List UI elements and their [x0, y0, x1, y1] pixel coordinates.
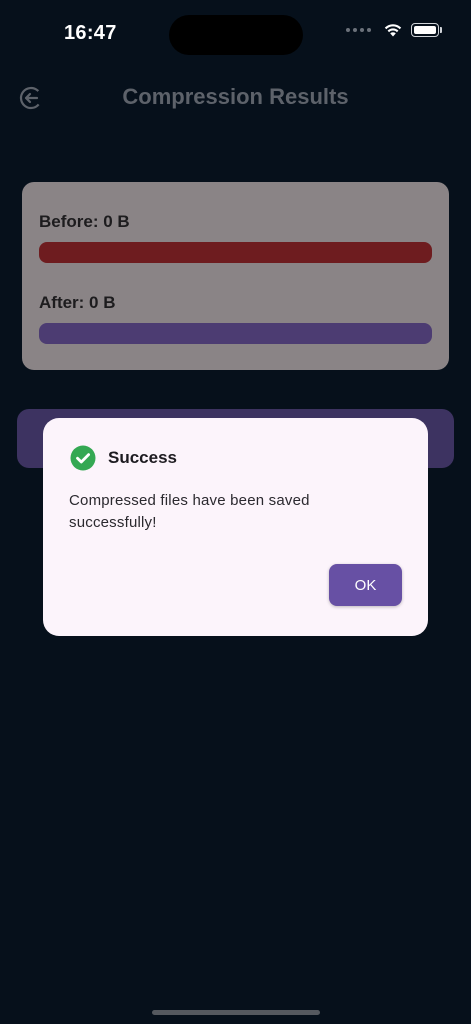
- before-size-bar: [39, 242, 432, 263]
- cellular-signal-icon: [346, 27, 371, 32]
- dynamic-island: [169, 15, 303, 55]
- status-time: 16:47: [64, 22, 117, 44]
- success-dialog: Success Compressed files have been saved…: [43, 418, 428, 636]
- check-circle-icon: [70, 445, 96, 471]
- ok-button[interactable]: OK: [329, 564, 402, 606]
- after-size-bar: [39, 323, 432, 344]
- home-indicator[interactable]: [152, 1010, 320, 1015]
- before-size-label: Before: 0 B: [39, 212, 130, 231]
- status-icons: [346, 22, 442, 37]
- dialog-title: Success: [108, 448, 177, 467]
- page-title: Compression Results: [122, 84, 349, 109]
- after-size-label: After: 0 B: [39, 293, 116, 312]
- dialog-message: Compressed files have been saved success…: [69, 492, 310, 531]
- wifi-icon: [384, 24, 402, 37]
- results-card: Before: 0 B After: 0 B: [22, 182, 449, 370]
- dialog-header: Success: [70, 445, 177, 471]
- screen: 16:47 Compression Results Before: 0 B Af…: [0, 0, 471, 1024]
- battery-icon: [411, 22, 442, 37]
